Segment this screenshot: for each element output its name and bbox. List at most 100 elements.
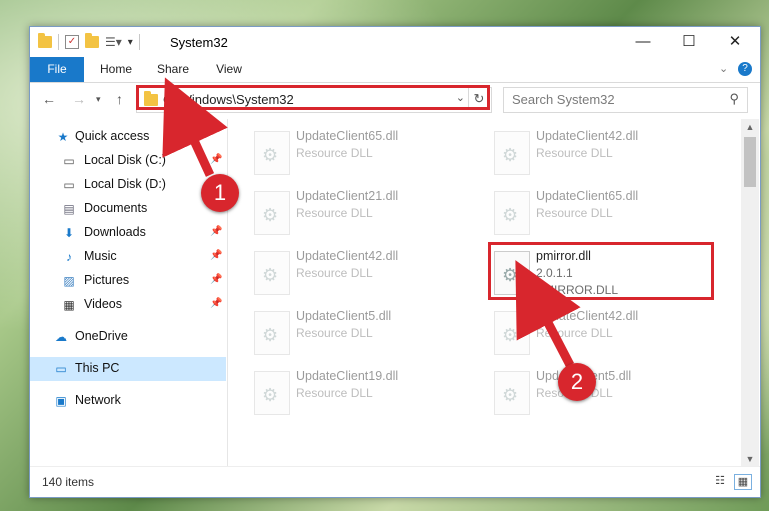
download-icon: ⬇ bbox=[63, 226, 75, 240]
list-item[interactable]: UpdateClient42.dll Resource DLL bbox=[248, 247, 478, 303]
cloud-icon: ☁ bbox=[55, 330, 67, 344]
sidebar-item-documents[interactable]: ▤ Documents bbox=[30, 197, 226, 221]
help-icon[interactable]: ? bbox=[738, 62, 752, 76]
list-item[interactable]: UpdateClient42.dll Resource DLL bbox=[488, 307, 718, 363]
document-icon: ▤ bbox=[63, 202, 75, 216]
item-count: 140 items bbox=[42, 475, 95, 489]
sidebar-item-quick-access[interactable]: ★ Quick access bbox=[30, 125, 226, 149]
sidebar-item-pictures[interactable]: ▨ Pictures 📌 bbox=[30, 269, 226, 293]
divider bbox=[138, 34, 140, 50]
file-description: Resource DLL bbox=[536, 326, 613, 340]
pin-icon[interactable]: 📌 bbox=[210, 298, 222, 309]
scrollbar-thumb[interactable] bbox=[744, 137, 756, 187]
minimize-button[interactable]: — bbox=[620, 27, 666, 57]
music-icon: ♪ bbox=[66, 250, 72, 264]
video-icon: ▦ bbox=[63, 298, 75, 312]
customize-toolbar-icon[interactable]: ☰▾ bbox=[105, 35, 122, 49]
sidebar-item-this-pc[interactable]: ▭ This PC bbox=[30, 357, 226, 381]
tiles-view-icon[interactable]: ▦ bbox=[734, 474, 752, 490]
divider bbox=[58, 34, 59, 50]
file-description: Resource DLL bbox=[536, 206, 613, 220]
tab-share[interactable]: Share bbox=[150, 57, 196, 82]
file-name: UpdateClient65.dll bbox=[536, 189, 639, 203]
close-button[interactable]: ✕ bbox=[712, 27, 758, 57]
picture-icon: ▨ bbox=[63, 274, 75, 288]
callout-badge-2: 2 bbox=[558, 363, 596, 401]
file-description: Resource DLL bbox=[296, 326, 373, 340]
tab-file[interactable]: File bbox=[30, 57, 84, 82]
back-arrow-icon[interactable]: ← bbox=[42, 91, 56, 107]
title-bar: ✓ ☰▾ ▾ System32 — ☐ ✕ bbox=[30, 27, 760, 57]
vertical-scrollbar[interactable]: ▲ ▼ bbox=[741, 119, 759, 467]
new-folder-icon[interactable] bbox=[85, 33, 99, 48]
dll-file-icon bbox=[494, 371, 530, 415]
list-item[interactable]: UpdateClient65.dll Resource DLL bbox=[488, 187, 718, 243]
ribbon-tabs: File Home Share View ⌄ ? bbox=[30, 57, 760, 83]
file-description: Resource DLL bbox=[536, 146, 613, 160]
file-description: Resource DLL bbox=[296, 386, 373, 400]
sidebar-item-label: Music bbox=[84, 249, 117, 263]
list-item[interactable]: UpdateClient5.dll Resource DLL bbox=[248, 307, 478, 363]
file-name: UpdateClient42.dll bbox=[536, 129, 639, 143]
expand-ribbon-icon[interactable]: ⌄ bbox=[719, 62, 728, 75]
sidebar-item-videos[interactable]: ▦ Videos 📌 bbox=[30, 293, 226, 317]
dll-file-icon bbox=[254, 311, 290, 355]
sidebar-item-label: Videos bbox=[84, 297, 122, 311]
list-item[interactable]: UpdateClient65.dll Resource DLL bbox=[248, 127, 478, 183]
up-arrow-icon[interactable]: ↑ bbox=[116, 91, 123, 107]
file-name: UpdateClient19.dll bbox=[296, 369, 399, 383]
navigation-pane: ★ Quick access ▭ Local Disk (C:) 📌 ▭ Loc… bbox=[30, 119, 226, 467]
sidebar-item-label: Documents bbox=[84, 201, 148, 215]
sidebar-item-label: OneDrive bbox=[75, 329, 128, 343]
file-description: Resource DLL bbox=[296, 146, 373, 160]
drive-icon: ▭ bbox=[63, 178, 75, 192]
network-icon: ▣ bbox=[55, 394, 67, 408]
properties-icon[interactable]: ✓ bbox=[65, 35, 79, 49]
sidebar-item-label: Quick access bbox=[75, 129, 150, 143]
pin-icon[interactable]: 📌 bbox=[210, 274, 222, 285]
scroll-up-icon[interactable]: ▲ bbox=[744, 122, 756, 132]
pin-icon[interactable]: 📌 bbox=[210, 226, 222, 237]
file-name: UpdateClient21.dll bbox=[296, 189, 399, 203]
dll-file-icon bbox=[254, 191, 290, 235]
scroll-down-icon[interactable]: ▼ bbox=[744, 454, 756, 464]
file-name: UpdateClient65.dll bbox=[296, 129, 399, 143]
sidebar-item-network[interactable]: ▣ Network bbox=[30, 389, 226, 413]
search-icon[interactable]: ⚲ bbox=[729, 91, 739, 107]
sidebar-item-local-disk-d[interactable]: ▭ Local Disk (D:) bbox=[30, 173, 226, 197]
address-highlight bbox=[136, 85, 490, 110]
dll-file-icon bbox=[254, 131, 290, 175]
sidebar-item-downloads[interactable]: ⬇ Downloads 📌 bbox=[30, 221, 226, 245]
callout-badge-1: 1 bbox=[201, 174, 239, 212]
details-view-icon[interactable]: ☷ bbox=[712, 474, 728, 488]
sidebar-item-label: Network bbox=[75, 393, 121, 407]
status-bar: 140 items ☷ ▦ bbox=[30, 466, 760, 497]
star-icon: ★ bbox=[57, 130, 69, 144]
dll-file-icon bbox=[254, 251, 290, 295]
file-description: Resource DLL bbox=[296, 266, 373, 280]
recent-locations-icon[interactable]: ▾ bbox=[96, 94, 101, 105]
list-item[interactable]: UpdateClient42.dll Resource DLL bbox=[488, 127, 718, 183]
chevron-down-icon[interactable]: ▾ bbox=[128, 37, 133, 48]
sidebar-item-local-disk-c[interactable]: ▭ Local Disk (C:) 📌 bbox=[30, 149, 226, 173]
pin-icon[interactable]: 📌 bbox=[210, 250, 222, 261]
search-input[interactable]: Search System32 ⚲ bbox=[503, 87, 748, 113]
computer-icon: ▭ bbox=[55, 362, 67, 376]
folder-icon bbox=[38, 33, 52, 48]
dll-file-icon bbox=[494, 191, 530, 235]
navigation-bar: ← → ▾ ↑ C:\Windows\System32 ⌄ ↻ Search S… bbox=[30, 83, 760, 115]
list-item[interactable]: UpdateClient5.dll Resource DLL bbox=[488, 367, 718, 423]
dll-file-icon bbox=[494, 311, 530, 355]
sidebar-item-onedrive[interactable]: ☁ OneDrive bbox=[30, 325, 226, 349]
sidebar-item-label: Local Disk (D:) bbox=[84, 177, 166, 191]
forward-arrow-icon[interactable]: → bbox=[72, 91, 86, 107]
list-item[interactable]: UpdateClient19.dll Resource DLL bbox=[248, 367, 478, 423]
list-item[interactable]: UpdateClient21.dll Resource DLL bbox=[248, 187, 478, 243]
sidebar-item-music[interactable]: ♪ Music 📌 bbox=[30, 245, 226, 269]
pin-icon[interactable]: 📌 bbox=[210, 154, 222, 165]
maximize-button[interactable]: ☐ bbox=[666, 27, 712, 57]
tab-view[interactable]: View bbox=[208, 57, 250, 82]
tab-home[interactable]: Home bbox=[94, 57, 138, 82]
file-name: UpdateClient42.dll bbox=[536, 309, 639, 323]
sidebar-item-label: Downloads bbox=[84, 225, 146, 239]
